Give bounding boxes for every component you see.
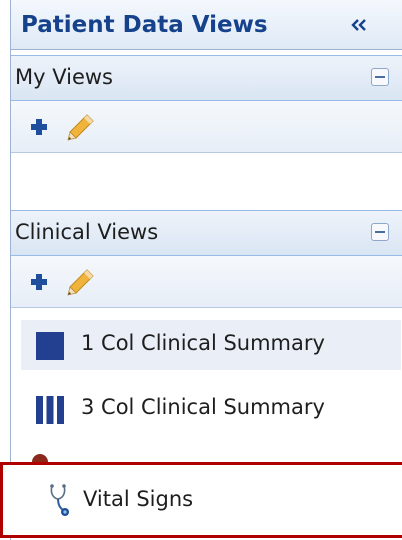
my-views-list [11,153,402,210]
collapse-panel-button[interactable] [347,14,371,36]
list-item-3-col-clinical-summary[interactable]: 3 Col Clinical Summary [21,384,401,434]
collapse-clinical-views-button[interactable] [371,223,389,241]
collapse-my-views-button[interactable] [371,68,389,86]
stethoscope-icon [50,484,69,516]
panel-title: Patient Data Views [21,12,268,38]
three-column-layout-icon [36,396,64,424]
add-icon[interactable] [29,117,49,137]
my-views-title: My Views [15,65,113,89]
list-item-1-col-clinical-summary[interactable]: 1 Col Clinical Summary [21,320,401,370]
double-chevron-left-icon [351,19,366,31]
pencil-icon[interactable] [65,268,95,296]
list-item-label: 1 Col Clinical Summary [81,331,325,355]
my-views-toolbar [11,101,402,153]
one-column-layout-icon [36,332,64,360]
clinical-views-title: Clinical Views [15,220,159,244]
pencil-icon[interactable] [65,113,95,141]
clinical-views-toolbar [11,256,402,308]
panel-header: Patient Data Views [11,0,402,50]
clinical-views-header[interactable]: Clinical Views [11,210,402,256]
add-icon[interactable] [29,272,49,292]
list-item-vital-signs[interactable]: Vital Signs [0,462,402,538]
my-views-header[interactable]: My Views [11,55,402,101]
partial-item-icon [32,454,48,462]
list-item-label: Vital Signs [83,487,194,511]
list-item-label: 3 Col Clinical Summary [81,395,325,419]
patient-data-views-panel: Patient Data Views My Views Clinical Vie… [10,0,402,540]
